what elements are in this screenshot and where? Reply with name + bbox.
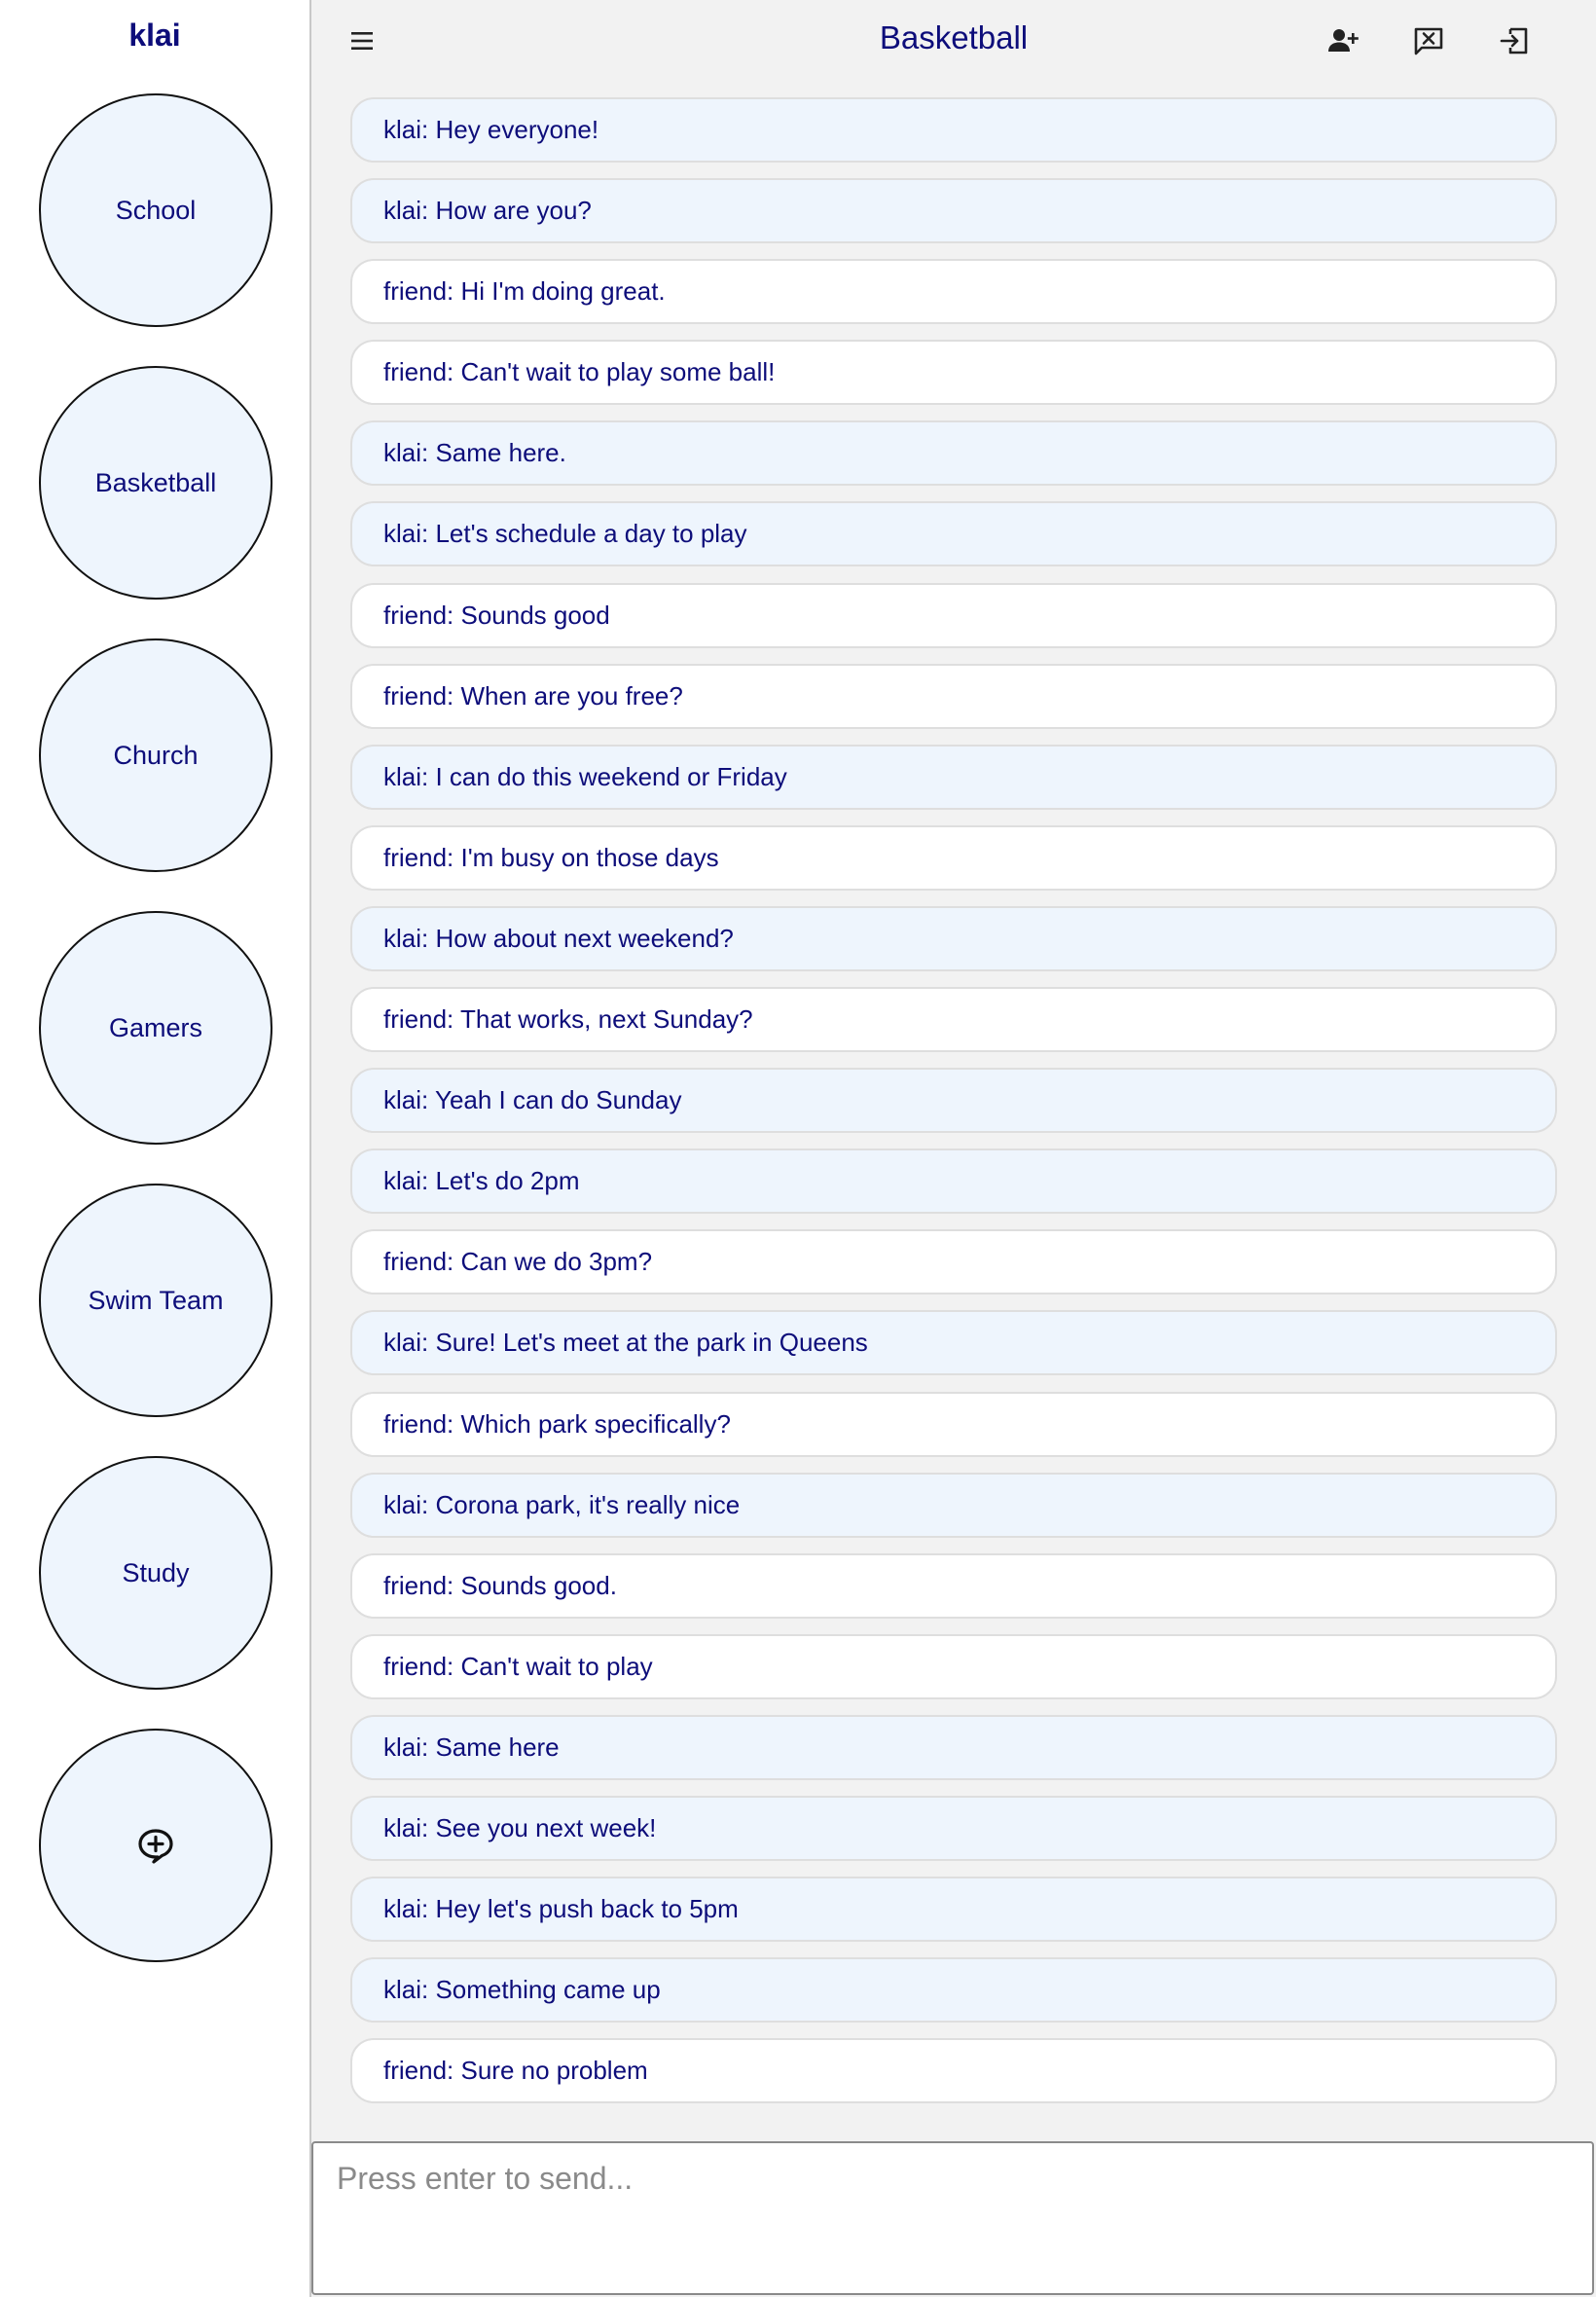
chat-message: klai: Let's do 2pm xyxy=(350,1148,1557,1215)
leave-icon xyxy=(1500,27,1528,55)
group-list: School Basketball Church Gamers Swim Tea… xyxy=(39,93,272,2001)
chat-message: friend: Can we do 3pm? xyxy=(350,1229,1557,1295)
chat-message: klai: Same here xyxy=(350,1714,1557,1780)
chat-message: friend: That works, next Sunday? xyxy=(350,987,1557,1053)
chat-panel: Basketball klai: Hey everyone! klai: How… xyxy=(311,0,1596,2297)
chat-message: friend: Hi I'm doing great. xyxy=(350,259,1557,325)
group-church[interactable]: Church xyxy=(39,638,272,872)
chat-message: klai: See you next week! xyxy=(350,1795,1557,1861)
chat-message: klai: How about next weekend? xyxy=(350,905,1557,971)
new-group-button[interactable] xyxy=(39,1729,272,1962)
group-school[interactable]: School xyxy=(39,93,272,327)
chat-message: klai: Sure! Let's meet at the park in Qu… xyxy=(350,1310,1557,1376)
add-user-icon xyxy=(1328,29,1359,52)
group-basketball[interactable]: Basketball xyxy=(39,366,272,600)
chat-message: klai: Hey let's push back to 5pm xyxy=(350,1877,1557,1943)
chat-message: klai: Something came up xyxy=(350,1957,1557,2024)
close-chat-button[interactable] xyxy=(1411,23,1446,58)
chat-message: friend: I'm busy on those days xyxy=(350,824,1557,891)
leave-chat-button[interactable] xyxy=(1497,23,1532,58)
group-study[interactable]: Study xyxy=(39,1456,272,1690)
sidebar: klai School Basketball Church Gamers Swi… xyxy=(0,0,311,2297)
chat-message: friend: Sounds good xyxy=(350,582,1557,648)
add-user-button[interactable] xyxy=(1325,23,1360,58)
chat-message: klai: Corona park, it's really nice xyxy=(350,1472,1557,1538)
chat-message: klai: Same here. xyxy=(350,420,1557,487)
chat-message: friend: Sure no problem xyxy=(350,2038,1557,2104)
message-input[interactable] xyxy=(311,2141,1594,2295)
chat-message: klai: Hey everyone! xyxy=(350,97,1557,163)
chat-message: friend: Sounds good. xyxy=(350,1552,1557,1619)
close-chat-icon xyxy=(1414,27,1443,55)
group-swim-team[interactable]: Swim Team xyxy=(39,1184,272,1417)
chat-message: klai: How are you? xyxy=(350,178,1557,244)
chat-message: klai: Let's schedule a day to play xyxy=(350,501,1557,567)
chat-message: friend: When are you free? xyxy=(350,663,1557,729)
username: klai xyxy=(128,18,181,53)
chat-plus-icon xyxy=(138,1829,173,1864)
chat-message: friend: Which park specifically? xyxy=(350,1391,1557,1457)
message-list: klai: Hey everyone! klai: How are you? fri… xyxy=(350,97,1557,2119)
chat-header: Basketball xyxy=(311,0,1596,82)
chat-message: friend: Can't wait to play xyxy=(350,1633,1557,1699)
chat-app: klai School Basketball Church Gamers Swi… xyxy=(0,0,1596,2297)
chat-message: klai: I can do this weekend or Friday xyxy=(350,744,1557,810)
chat-title: Basketball xyxy=(879,19,1029,55)
chat-message: klai: Yeah I can do Sunday xyxy=(350,1068,1557,1134)
group-gamers[interactable]: Gamers xyxy=(39,911,272,1145)
chat-message: friend: Can't wait to play some ball! xyxy=(350,340,1557,406)
